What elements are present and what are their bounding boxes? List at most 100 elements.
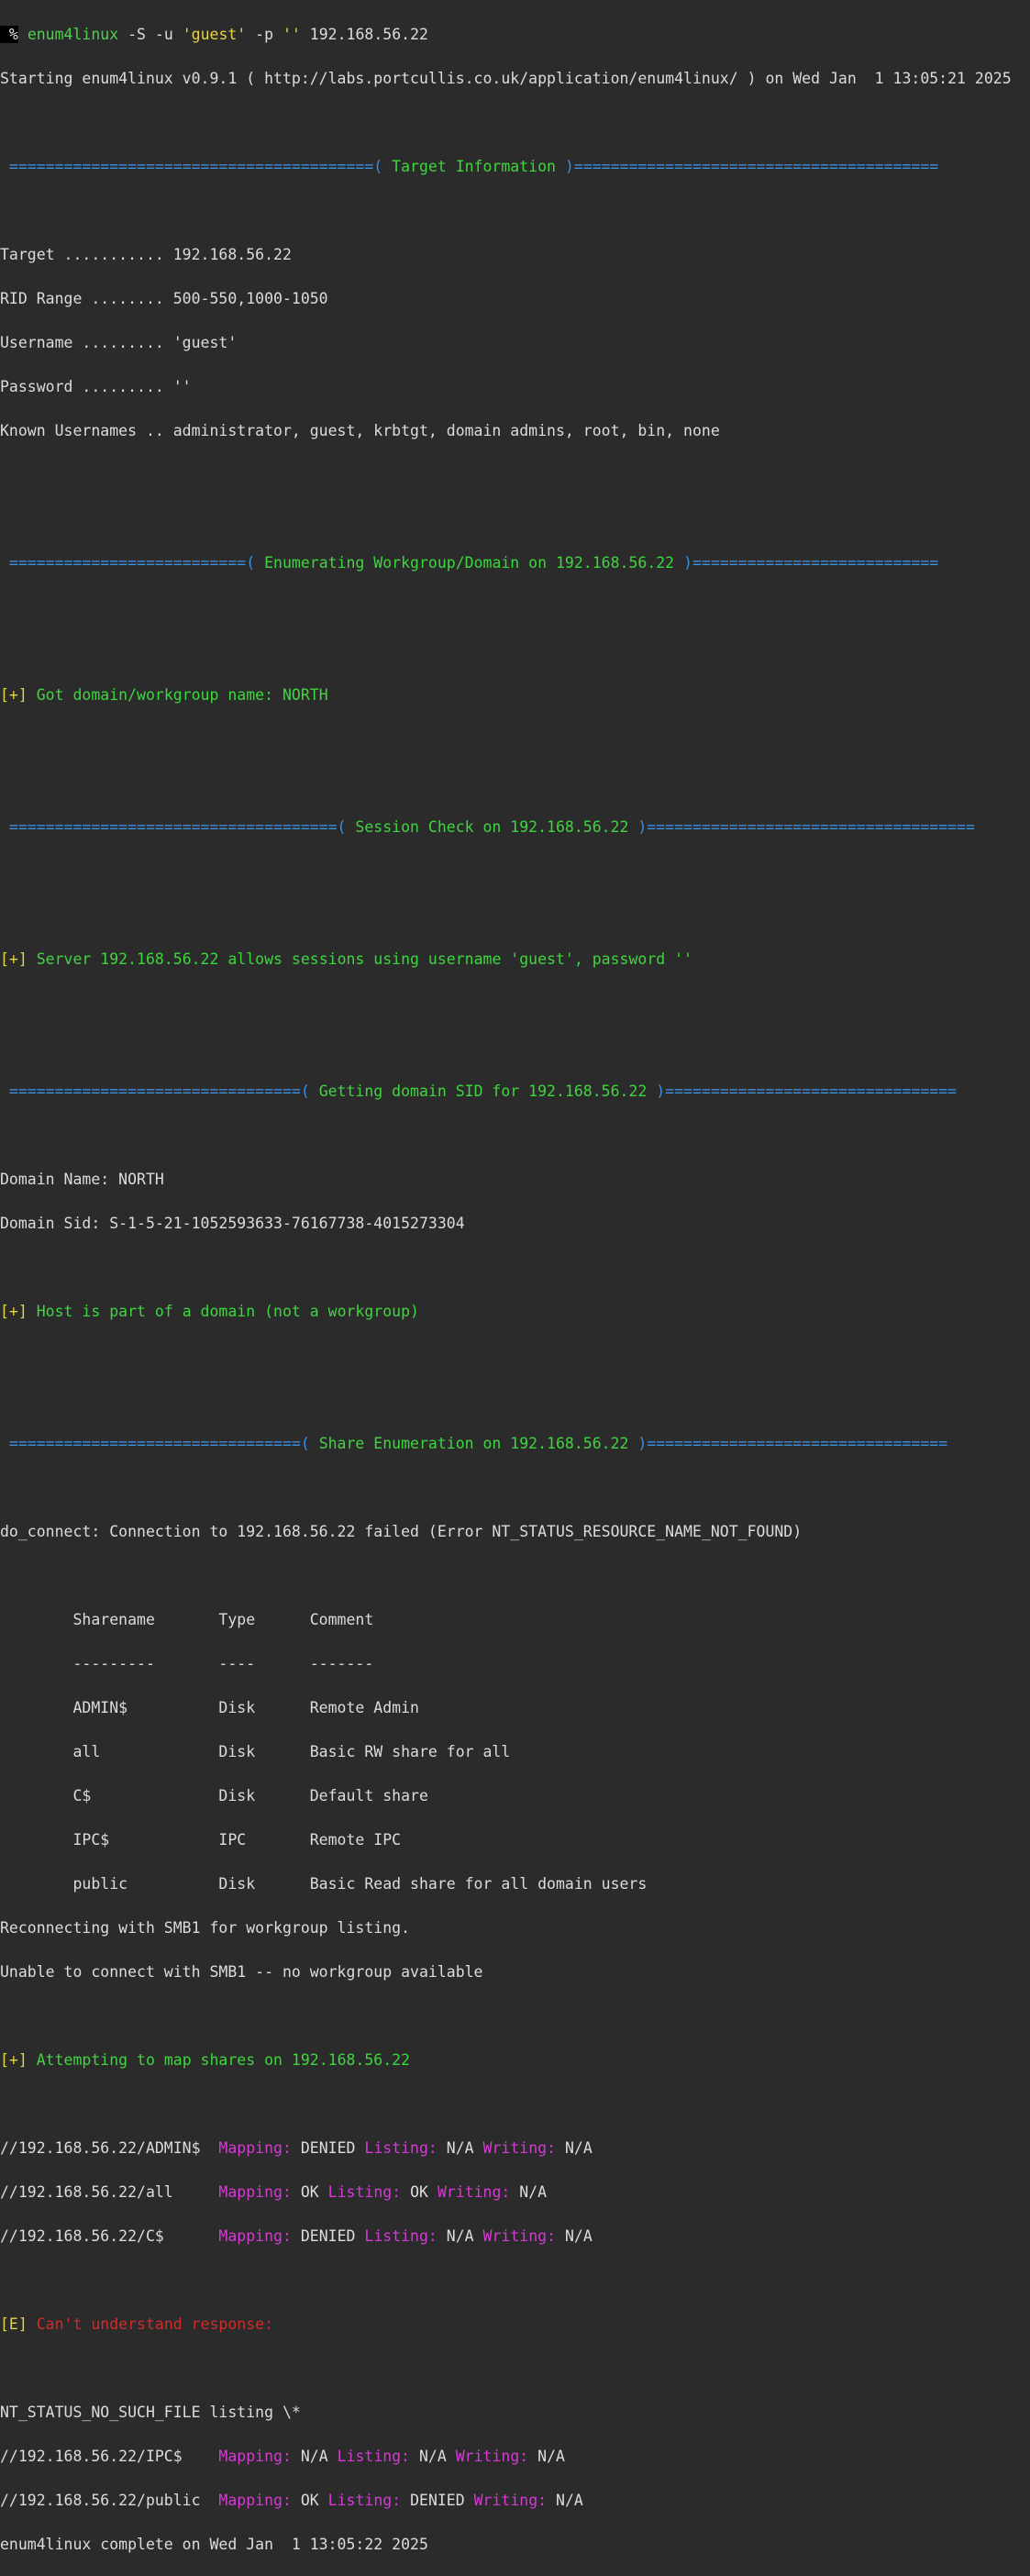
share-table-row: ADMIN$ Disk Remote Admin xyxy=(0,1699,419,1716)
share-mapping-row: //192.168.56.22/C$ Mapping: DENIED Listi… xyxy=(0,2226,1030,2248)
mapping-label: Mapping: xyxy=(218,2492,292,2509)
prompt-symbol: % xyxy=(0,26,18,43)
listing-label: Listing: xyxy=(337,2448,411,2465)
writing-value: N/A xyxy=(556,2139,593,2157)
command-user-arg: 'guest' xyxy=(182,26,247,43)
writing-label: Writing: xyxy=(455,2448,529,2465)
section-title: Getting domain SID for 192.168.56.22 xyxy=(318,1083,648,1100)
listing-value: N/A xyxy=(410,2448,456,2465)
share-mapping-row: //192.168.56.22/all Mapping: OK Listing:… xyxy=(0,2182,1030,2204)
writing-value: N/A xyxy=(556,2227,593,2245)
section-header-shares: ================================( Share … xyxy=(0,1435,948,1452)
complete-line: enum4linux complete on Wed Jan 1 13:05:2… xyxy=(0,2536,428,2553)
mapping-label: Mapping: xyxy=(218,2227,292,2245)
share-path: //192.168.56.22/all xyxy=(0,2183,219,2201)
session-result: [+] Server 192.168.56.22 allows sessions… xyxy=(0,950,692,968)
plus-marker: [+] xyxy=(0,2051,28,2069)
command-target: 192.168.56.22 xyxy=(300,26,428,43)
writing-value: N/A xyxy=(510,2183,548,2201)
section-title: Session Check on 192.168.56.22 xyxy=(355,818,629,836)
mapping-value: OK xyxy=(291,2492,328,2509)
listing-label: Listing: xyxy=(327,2183,402,2201)
share-table-row: C$ Disk Default share xyxy=(0,1787,428,1804)
share-table-row: IPC$ IPC Remote IPC xyxy=(0,1831,402,1849)
listing-label: Listing: xyxy=(364,2227,437,2245)
share-path: //192.168.56.22/C$ xyxy=(0,2227,219,2245)
plus-marker: [+] xyxy=(0,950,28,968)
section-title: Target Information xyxy=(392,158,556,175)
share-mapping-row: //192.168.56.22/IPC$ Mapping: N/A Listin… xyxy=(0,2446,1030,2468)
no-such-file-line: NT_STATUS_NO_SUCH_FILE listing \* xyxy=(0,2404,301,2421)
error-line: [E] Can't understand response: xyxy=(0,2314,1030,2336)
starting-line: Starting enum4linux v0.9.1 ( http://labs… xyxy=(0,70,1012,87)
mapping-value: DENIED xyxy=(291,2139,365,2157)
command-args: -S -u xyxy=(118,26,183,43)
writing-label: Writing: xyxy=(473,2492,548,2509)
mapping-label: Mapping: xyxy=(218,2139,292,2157)
rid-range-line: RID Range ........ 500-550,1000-1050 xyxy=(0,290,328,307)
command-args: -p xyxy=(246,26,282,43)
listing-value: DENIED xyxy=(401,2492,474,2509)
writing-label: Writing: xyxy=(482,2227,557,2245)
share-mapping-row: //192.168.56.22/public Mapping: OK Listi… xyxy=(0,2490,1030,2512)
writing-value: N/A xyxy=(547,2492,583,2509)
share-table-divider: --------- ---- ------- xyxy=(0,1655,374,1672)
map-attempt-line: [+] Attempting to map shares on 192.168.… xyxy=(0,2051,411,2069)
known-usernames-line: Known Usernames .. administrator, guest,… xyxy=(0,422,720,439)
plus-marker: [+] xyxy=(0,686,28,704)
password-line: Password ......... '' xyxy=(0,378,192,395)
listing-label: Listing: xyxy=(364,2139,437,2157)
plus-marker: [+] xyxy=(0,1303,28,1320)
listing-value: N/A xyxy=(437,2139,483,2157)
listing-label: Listing: xyxy=(327,2492,402,2509)
workgroup-result: [+] Got domain/workgroup name: NORTH xyxy=(0,686,328,704)
terminal-output: % enum4linux -S -u 'guest' -p '' 192.168… xyxy=(0,2,1030,2576)
mapping-label: Mapping: xyxy=(218,2448,292,2465)
mapping-value: N/A xyxy=(291,2448,338,2465)
section-title: Enumerating Workgroup/Domain on 192.168.… xyxy=(264,554,675,572)
mapping-value: DENIED xyxy=(291,2227,365,2245)
domain-sid-line: Domain Sid: S-1-5-21-1052593633-76167738… xyxy=(0,1215,465,1232)
domain-name-line: Domain Name: NORTH xyxy=(0,1171,164,1188)
error-marker: [E] xyxy=(0,2315,28,2333)
command-program: enum4linux xyxy=(27,26,119,43)
listing-value: OK xyxy=(401,2183,437,2201)
mapping-value: OK xyxy=(291,2183,328,2201)
smb1-reconnect-line: Reconnecting with SMB1 for workgroup lis… xyxy=(0,1919,411,1937)
listing-value: N/A xyxy=(437,2227,483,2245)
writing-label: Writing: xyxy=(482,2139,557,2157)
share-table-header: Sharename Type Comment xyxy=(0,1611,374,1628)
command-line[interactable]: % enum4linux -S -u 'guest' -p '' 192.168… xyxy=(0,24,1030,46)
share-path: //192.168.56.22/ADMIN$ xyxy=(0,2139,219,2157)
smb1-unavailable-line: Unable to connect with SMB1 -- no workgr… xyxy=(0,1963,483,1981)
error-text: Can't understand response: xyxy=(27,2315,274,2333)
section-title: Share Enumeration on 192.168.56.22 xyxy=(318,1435,629,1452)
share-mapping-row: //192.168.56.22/ADMIN$ Mapping: DENIED L… xyxy=(0,2137,1030,2160)
share-path: //192.168.56.22/public xyxy=(0,2492,219,2509)
writing-value: N/A xyxy=(528,2448,565,2465)
command-pass-arg: '' xyxy=(282,26,301,43)
section-header-target-info: ========================================… xyxy=(0,158,939,175)
section-header-session: ====================================( Se… xyxy=(0,818,975,836)
share-table-row: public Disk Basic Read share for all dom… xyxy=(0,1875,648,1893)
domain-membership: [+] Host is part of a domain (not a work… xyxy=(0,1303,419,1320)
username-line: Username ......... 'guest' xyxy=(0,334,238,351)
